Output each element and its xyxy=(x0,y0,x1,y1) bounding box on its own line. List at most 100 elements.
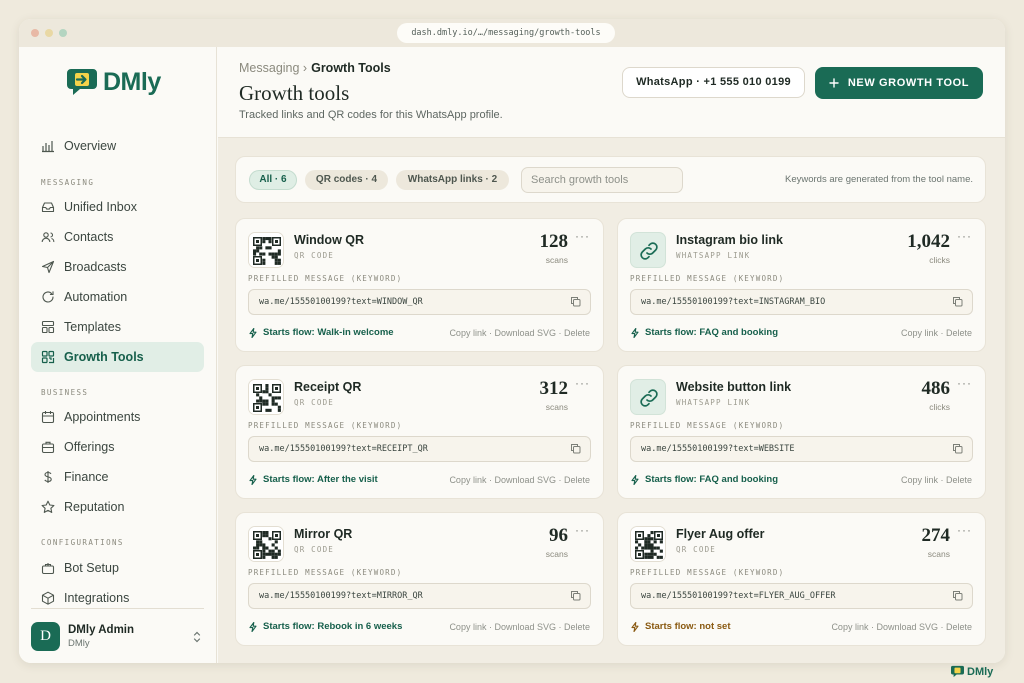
tool-card[interactable]: Window QR QR CODE 128 scans ··· PREFILLED MES… xyxy=(235,218,604,352)
nav-overview[interactable]: Overview xyxy=(31,131,204,161)
nav-reputation[interactable]: Reputation xyxy=(31,492,204,522)
corner-brand: DMly xyxy=(950,665,993,678)
link-thumbnail[interactable] xyxy=(630,232,666,268)
qr-thumbnail[interactable] xyxy=(630,526,666,562)
copy-icon[interactable] xyxy=(952,296,963,307)
filter-chip-whatsapp-links[interactable]: WhatsApp links · 2 xyxy=(396,170,509,190)
address-bar[interactable]: dash.dmly.io/…/messaging/growth-tools xyxy=(397,23,615,43)
tool-link-field[interactable]: wa.me/15550100199?text=FLYER_AUG_OFFER xyxy=(630,583,973,609)
more-options-icon[interactable]: ··· xyxy=(575,523,590,537)
tool-link-field[interactable]: wa.me/15550100199?text=MIRROR_QR xyxy=(248,583,591,609)
new-button-label: NEW GROWTH TOOL xyxy=(847,77,970,89)
copy-icon[interactable] xyxy=(570,296,581,307)
bolt-icon xyxy=(631,474,639,485)
nav-unified-inbox[interactable]: Unified Inbox xyxy=(31,192,204,222)
flow-status[interactable]: Starts flow: Walk-in welcome xyxy=(249,327,394,338)
chevron-up-down-icon xyxy=(193,631,201,643)
tool-link-field[interactable]: wa.me/15550100199?text=WINDOW_QR xyxy=(248,289,591,315)
copy-icon[interactable] xyxy=(952,443,963,454)
copy-icon[interactable] xyxy=(570,443,581,454)
tool-name: Receipt QR xyxy=(294,380,362,394)
tool-card[interactable]: Receipt QR QR CODE 312 scans ··· PREFILLED ME… xyxy=(235,365,604,499)
card-actions[interactable]: Copy link · Download SVG · Delete xyxy=(449,475,590,485)
search-input[interactable]: Search growth tools xyxy=(521,167,683,193)
nav-offerings[interactable]: Offerings xyxy=(31,432,204,462)
tool-count: 486 xyxy=(921,378,951,399)
bolt-icon xyxy=(631,621,639,632)
nav-label: Integrations xyxy=(64,591,130,605)
window-controls xyxy=(31,29,67,37)
tool-link-field[interactable]: wa.me/15550100199?text=INSTAGRAM_BIO xyxy=(630,289,973,315)
new-growth-tool-button[interactable]: NEW GROWTH TOOL xyxy=(815,67,983,99)
maximize-dot[interactable] xyxy=(59,29,67,37)
flow-status[interactable]: Starts flow: not set xyxy=(631,621,731,632)
flow-status[interactable]: Starts flow: Rebook in 6 weeks xyxy=(249,621,402,632)
qr-thumbnail[interactable] xyxy=(248,232,284,268)
brand-logo[interactable]: DMly xyxy=(66,67,161,97)
tool-name: Website button link xyxy=(676,380,792,394)
prefilled-message-label: PREFILLED MESSAGE (KEYWORD) xyxy=(630,274,785,283)
card-actions[interactable]: Copy link · Delete xyxy=(901,475,972,485)
nav-growth-tools[interactable]: Growth Tools xyxy=(31,342,204,372)
copy-icon[interactable] xyxy=(570,590,581,601)
close-dot[interactable] xyxy=(31,29,39,37)
filter-chip-qr-codes[interactable]: QR codes · 4 xyxy=(305,170,388,190)
nav-label: Bot Setup xyxy=(64,561,119,575)
more-options-icon[interactable]: ··· xyxy=(957,229,972,243)
more-options-icon[interactable]: ··· xyxy=(957,376,972,390)
minimize-dot[interactable] xyxy=(45,29,53,37)
nav-automation[interactable]: Automation xyxy=(31,282,204,312)
nav-contacts[interactable]: Contacts xyxy=(31,222,204,252)
bolt-icon xyxy=(249,474,257,485)
whatsapp-number-button[interactable]: WhatsApp · +1 555 010 0199 xyxy=(622,67,805,98)
tool-link-field[interactable]: wa.me/15550100199?text=WEBSITE xyxy=(630,436,973,462)
tool-link: wa.me/15550100199?text=MIRROR_QR xyxy=(259,591,423,601)
filter-bar: All · 6 QR codes · 4 WhatsApp links · 2 … xyxy=(235,156,986,203)
tool-count-unit: scans xyxy=(545,402,568,412)
card-actions[interactable]: Copy link · Download SVG · Delete xyxy=(449,622,590,632)
tool-type: QR CODE xyxy=(294,251,335,260)
more-options-icon[interactable]: ··· xyxy=(575,376,590,390)
filter-chip-all[interactable]: All · 6 xyxy=(249,170,297,190)
calendar-icon xyxy=(41,411,55,424)
tool-name: Window QR xyxy=(294,233,365,247)
nav-label: Unified Inbox xyxy=(64,200,137,214)
main-content: All · 6 QR codes · 4 WhatsApp links · 2 … xyxy=(218,138,1005,663)
tool-type: QR CODE xyxy=(294,398,335,407)
qr-thumbnail[interactable] xyxy=(248,379,284,415)
tool-link-field[interactable]: wa.me/15550100199?text=RECEIPT_QR xyxy=(248,436,591,462)
tool-card[interactable]: Flyer Aug offer QR CODE 274 scans ··· PREFILL… xyxy=(617,512,986,646)
copy-icon[interactable] xyxy=(952,590,963,601)
prefilled-message-label: PREFILLED MESSAGE (KEYWORD) xyxy=(248,568,403,577)
account-switcher[interactable]: D DMly Admin DMly xyxy=(31,621,204,653)
tool-count-unit: clicks xyxy=(929,402,950,412)
nav-broadcasts[interactable]: Broadcasts xyxy=(31,252,204,282)
more-options-icon[interactable]: ··· xyxy=(575,229,590,243)
more-options-icon[interactable]: ··· xyxy=(957,523,972,537)
link-icon xyxy=(640,242,658,260)
flow-status[interactable]: Starts flow: FAQ and booking xyxy=(631,474,778,485)
tool-link: wa.me/15550100199?text=FLYER_AUG_OFFER xyxy=(641,591,836,601)
section-label-configurations: CONFIGURATIONS xyxy=(41,538,124,547)
nav-templates[interactable]: Templates xyxy=(31,312,204,342)
flow-status[interactable]: Starts flow: After the visit xyxy=(249,474,378,485)
link-thumbnail[interactable] xyxy=(630,379,666,415)
dmly-logo-icon xyxy=(67,69,97,95)
card-actions[interactable]: Copy link · Download SVG · Delete xyxy=(449,328,590,338)
breadcrumb-parent[interactable]: Messaging › xyxy=(239,61,307,75)
brand-name: DMly xyxy=(103,67,161,96)
tool-card[interactable]: Website button link WHATSAPP LINK 486 click… xyxy=(617,365,986,499)
tool-card[interactable]: Instagram bio link WHATSAPP LINK 1,042 clic… xyxy=(617,218,986,352)
plus-icon xyxy=(829,78,839,88)
card-actions[interactable]: Copy link · Delete xyxy=(901,328,972,338)
briefcase-icon xyxy=(41,441,55,454)
flow-status[interactable]: Starts flow: FAQ and booking xyxy=(631,327,778,338)
breadcrumb: Messaging › Growth Tools xyxy=(239,61,391,75)
card-actions[interactable]: Copy link · Download SVG · Delete xyxy=(831,622,972,632)
qr-thumbnail[interactable] xyxy=(248,526,284,562)
nav-appointments[interactable]: Appointments xyxy=(31,402,204,432)
nav-bot-setup[interactable]: Bot Setup xyxy=(31,553,204,583)
tool-type: QR CODE xyxy=(676,545,717,554)
nav-finance[interactable]: Finance xyxy=(31,462,204,492)
tool-card[interactable]: Mirror QR QR CODE 96 scans ··· PREFILLED MESS… xyxy=(235,512,604,646)
